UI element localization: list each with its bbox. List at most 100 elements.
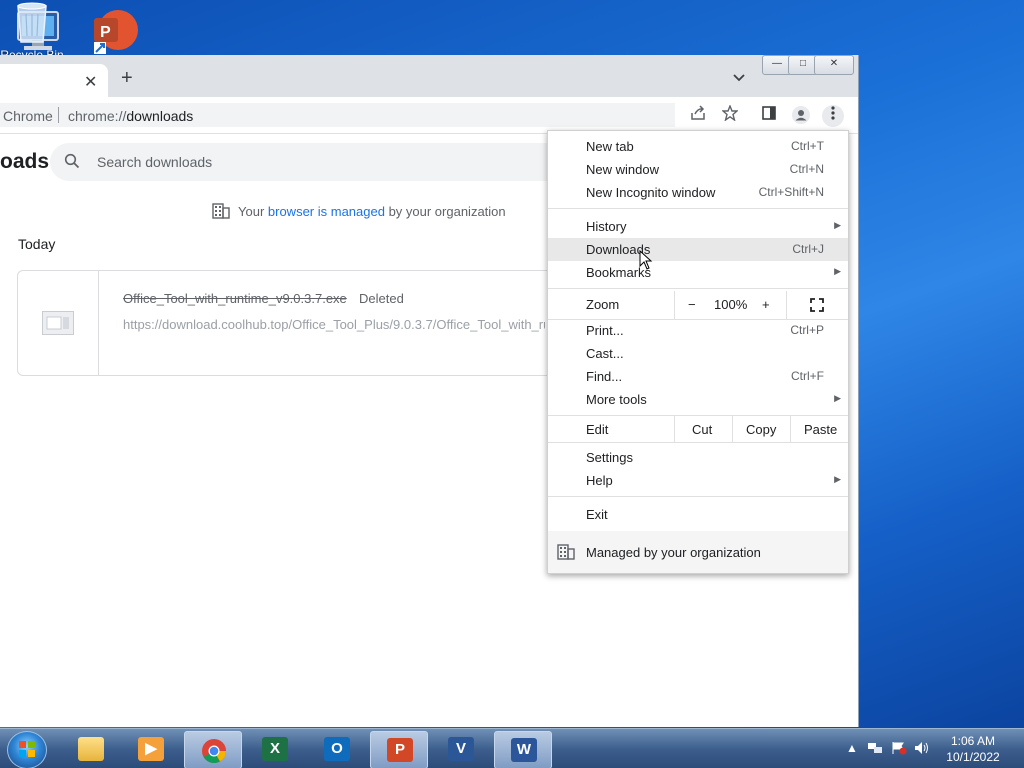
outlook-icon: O (324, 737, 350, 761)
menu-label: Print... (586, 323, 624, 338)
kebab-menu-icon[interactable] (822, 105, 844, 127)
menu-label: New tab (586, 139, 634, 154)
download-file-name[interactable]: Office_Tool_with_runtime_v9.0.3.7.exe (123, 291, 347, 306)
menu-item-print[interactable]: Print... Ctrl+P (548, 319, 848, 342)
taskbar-outlook-button[interactable]: O (308, 731, 364, 767)
chrome-icon (201, 738, 227, 764)
paste-button[interactable]: Paste (804, 422, 837, 437)
taskbar-media-player-button[interactable]: ▶ (122, 731, 178, 767)
folder-icon (78, 737, 104, 761)
menu-label: New window (586, 162, 659, 177)
menu-item-exit[interactable]: Exit (548, 503, 848, 526)
taskbar-explorer-button[interactable] (62, 731, 118, 767)
building-icon (212, 203, 230, 222)
taskbar-excel-button[interactable]: X (246, 731, 302, 767)
chrome-main-menu: New tab Ctrl+T New window Ctrl+N New Inc… (547, 130, 849, 574)
bookmark-star-icon[interactable] (719, 104, 741, 127)
media-player-icon: ▶ (138, 737, 164, 761)
fullscreen-icon[interactable] (810, 298, 824, 315)
menu-item-new-incognito-window[interactable]: New Incognito window Ctrl+Shift+N (548, 181, 848, 204)
zoom-level: 100% (714, 297, 748, 312)
building-icon (557, 544, 575, 563)
download-thumbnail (18, 271, 99, 375)
edit-divider (790, 416, 791, 442)
tab-strip: ✕ + — □ ✕ (0, 55, 858, 97)
side-panel-icon[interactable] (758, 105, 780, 127)
menu-label: Edit (586, 422, 609, 437)
menu-item-managed[interactable]: Managed by your organization (548, 531, 848, 573)
menu-item-help[interactable]: Help ▶ (548, 469, 848, 492)
menu-item-cast[interactable]: Cast... (548, 342, 848, 365)
network-icon[interactable] (867, 741, 883, 758)
system-clock[interactable]: 1:06 AM 10/1/2022 (940, 733, 1006, 765)
menu-item-bookmarks[interactable]: Bookmarks ▶ (548, 261, 848, 284)
action-center-flag-icon[interactable] (891, 741, 907, 758)
taskbar-powerpoint-button[interactable]: P (370, 731, 428, 768)
taskbar-chrome-button[interactable] (184, 731, 242, 768)
omnibox-chip: Chrome (3, 108, 53, 124)
menu-item-find[interactable]: Find... Ctrl+F (548, 365, 848, 388)
close-tab-icon[interactable]: ✕ (84, 72, 97, 92)
copy-button[interactable]: Copy (746, 422, 776, 437)
download-item-card: Office_Tool_with_runtime_v9.0.3.7.exe De… (17, 270, 578, 376)
show-hidden-icons-icon[interactable]: ▲ (846, 741, 858, 755)
close-window-button[interactable]: ✕ (814, 55, 854, 75)
zoom-out-button[interactable]: − (688, 297, 696, 312)
zoom-divider (674, 291, 675, 319)
word-icon: W (511, 738, 537, 762)
menu-label: Managed by your organization (586, 545, 761, 560)
date-section-heading: Today (18, 236, 56, 252)
menu-label: Zoom (586, 297, 620, 312)
tab-downloads[interactable]: ✕ (0, 64, 108, 97)
toolbar: Chrome chrome://downloads (0, 97, 858, 134)
visio-icon: V (448, 737, 474, 761)
menu-label: Cast... (586, 346, 624, 361)
profile-avatar-icon[interactable] (790, 105, 812, 127)
menu-label: Settings (586, 450, 633, 465)
zoom-divider (786, 291, 787, 319)
mouse-cursor-icon (639, 249, 653, 273)
omnibox-url[interactable]: chrome://downloads (68, 108, 193, 124)
page-title: oads (0, 150, 50, 173)
tab-search-chevron-icon[interactable] (733, 71, 745, 85)
cut-button[interactable]: Cut (692, 422, 712, 437)
taskbar-visio-button[interactable]: V (432, 731, 488, 767)
edit-divider (732, 416, 733, 442)
zoom-in-button[interactable]: + (762, 297, 770, 312)
download-state: Deleted (359, 291, 404, 306)
menu-separator (548, 288, 848, 289)
powerpoint-icon: P (387, 738, 413, 762)
volume-icon[interactable] (914, 741, 930, 758)
share-icon[interactable] (687, 105, 709, 127)
menu-label: Find... (586, 369, 623, 384)
omnibox[interactable]: Chrome chrome://downloads (0, 103, 675, 127)
submenu-arrow-icon: ▶ (834, 393, 841, 403)
menu-item-new-window[interactable]: New window Ctrl+N (548, 158, 848, 181)
menu-item-history[interactable]: History ▶ (548, 215, 848, 238)
menu-item-edit: Edit Cut Copy Paste (548, 416, 848, 442)
menu-shortcut: Ctrl+F (791, 369, 824, 383)
new-tab-button[interactable]: + (121, 67, 133, 90)
start-button[interactable] (7, 731, 47, 768)
managed-suffix: by your organization (384, 204, 506, 219)
taskbar: ▶ X O P V W ▲ 1:06 AM 10/1/2022 (0, 728, 1024, 768)
menu-shortcut: Ctrl+Shift+N (758, 185, 824, 199)
menu-separator (548, 208, 848, 209)
menu-shortcut: Ctrl+T (791, 139, 824, 153)
menu-item-more-tools[interactable]: More tools ▶ (548, 388, 848, 411)
menu-item-downloads[interactable]: Downloads Ctrl+J (548, 238, 848, 261)
menu-label: More tools (586, 392, 647, 407)
omnibox-divider (58, 107, 59, 123)
menu-item-new-tab[interactable]: New tab Ctrl+T (548, 135, 848, 158)
submenu-arrow-icon: ▶ (834, 266, 841, 276)
browser-managed-link[interactable]: browser is managed (268, 204, 385, 219)
download-url[interactable]: https://download.coolhub.top/Office_Tool… (123, 317, 545, 332)
menu-label: Exit (586, 507, 608, 522)
clock-date: 10/1/2022 (946, 750, 1000, 764)
search-downloads-input[interactable]: Search downloads (50, 143, 570, 181)
menu-item-zoom: Zoom − 100% + (548, 291, 848, 319)
menu-item-settings[interactable]: Settings (548, 446, 848, 469)
taskbar-word-button[interactable]: W (494, 731, 552, 768)
menu-label: Help (586, 473, 613, 488)
excel-icon: X (262, 737, 288, 761)
